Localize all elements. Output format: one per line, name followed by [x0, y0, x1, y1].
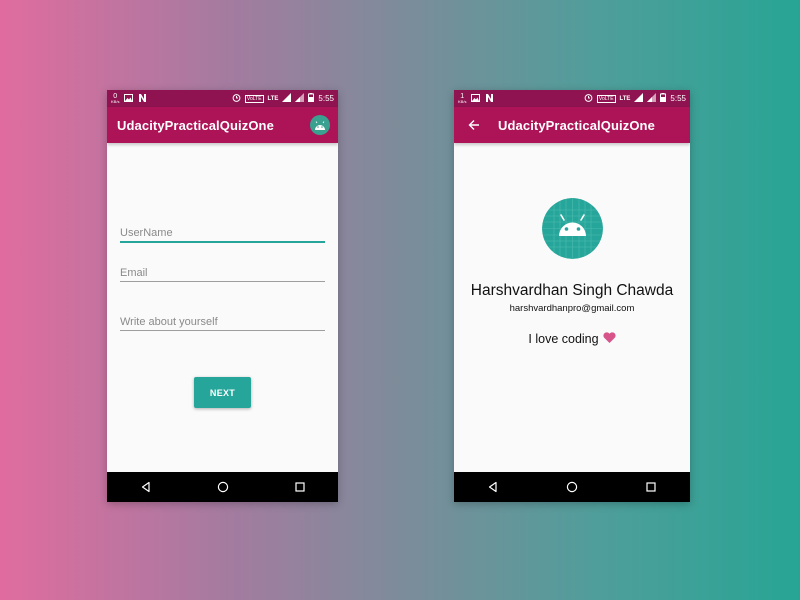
email-field[interactable] [120, 263, 325, 282]
phone-screen-profile: 1 KB/s VoLTE LTE 5:55 UdacityPracticalQu… [454, 90, 690, 502]
android-icon[interactable] [310, 115, 330, 135]
nav-home-icon[interactable] [562, 477, 582, 497]
about-input[interactable] [120, 314, 325, 330]
signal-icon [634, 93, 644, 104]
battery-icon [660, 93, 667, 104]
app-bar: UdacityPracticalQuizOne [107, 107, 338, 143]
volte-badge: VoLTE [596, 94, 616, 103]
nav-recents-icon[interactable] [290, 477, 310, 497]
network-speed: 0 KB/s [111, 93, 120, 104]
network-speed: 1 KB/s [458, 93, 467, 104]
network-speed-unit: KB/s [111, 98, 120, 104]
battery-icon [308, 93, 315, 104]
clock-time: 5:55 [318, 94, 334, 103]
heart-icon [603, 332, 616, 346]
signal-icon [295, 93, 305, 104]
nav-home-icon[interactable] [213, 477, 233, 497]
next-button[interactable]: NEXT [194, 377, 251, 408]
form-content: NEXT [107, 143, 338, 472]
clock-time: 5:55 [670, 94, 686, 103]
network-speed-unit: KB/s [458, 98, 467, 104]
android-icon [542, 198, 603, 259]
status-bar: 1 KB/s VoLTE LTE 5:55 [454, 90, 690, 107]
alarm-icon [232, 93, 241, 104]
profile-name: Harshvardhan Singh Chawda [470, 282, 674, 299]
n-icon [485, 93, 494, 104]
about-field[interactable] [120, 312, 325, 331]
lte-label: LTE [619, 95, 631, 102]
back-arrow-icon[interactable] [463, 114, 485, 136]
profile-email: harshvardhanpro@gmail.com [509, 303, 635, 314]
image-icon [471, 93, 481, 104]
nav-bar [107, 472, 338, 502]
nav-bar [454, 472, 690, 502]
app-bar: UdacityPracticalQuizOne [454, 107, 690, 143]
profile-bio: I love coding [454, 332, 690, 346]
app-title: UdacityPracticalQuizOne [117, 117, 274, 133]
username-input[interactable] [120, 225, 325, 241]
nav-back-icon[interactable] [483, 477, 503, 497]
email-input[interactable] [120, 265, 325, 281]
image-icon [124, 93, 134, 104]
lte-label: LTE [267, 95, 279, 102]
alarm-icon [584, 93, 593, 104]
volte-badge: VoLTE [244, 94, 264, 103]
signal-icon [647, 93, 657, 104]
profile-bio-text: I love coding [528, 332, 599, 346]
nav-back-icon[interactable] [136, 477, 156, 497]
username-field[interactable] [120, 223, 325, 243]
signal-icon [282, 93, 292, 104]
nav-recents-icon[interactable] [641, 477, 661, 497]
phone-screen-form: 0 KB/s VoLTE LTE 5:55 UdacityPracticalQu… [107, 90, 338, 502]
app-title: UdacityPracticalQuizOne [498, 117, 655, 133]
profile-content: Harshvardhan Singh Chawda harshvardhanpr… [454, 143, 690, 472]
status-bar: 0 KB/s VoLTE LTE 5:55 [107, 90, 338, 107]
n-icon [138, 93, 147, 104]
